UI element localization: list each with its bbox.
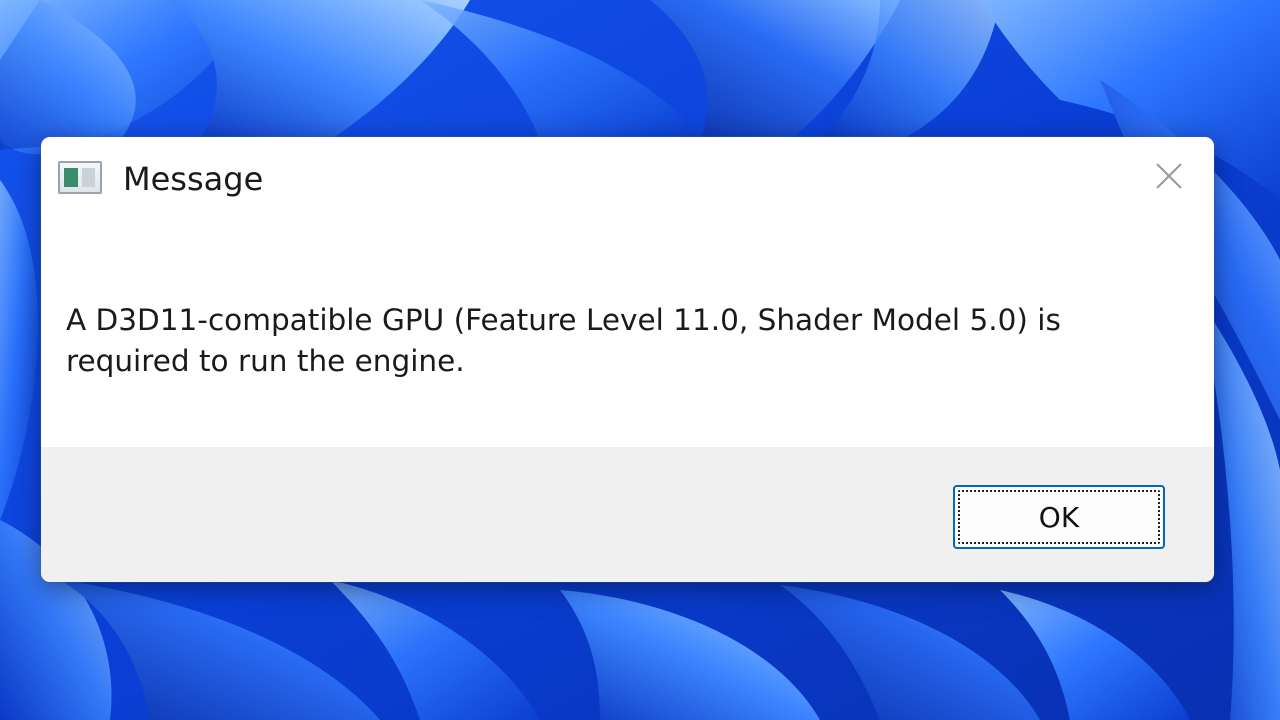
error-message-line-1: A D3D11-compatible GPU (Feature Level 11… [66,303,1061,337]
close-button[interactable] [1148,155,1190,197]
dialog-titlebar[interactable]: Message [41,137,1214,227]
application-window-icon [58,161,102,194]
ok-button-label: OK [958,490,1160,544]
ok-button[interactable]: OK [953,485,1165,549]
message-area: A D3D11-compatible GPU (Feature Level 11… [41,227,1214,447]
dialog-title: Message [123,160,264,198]
dialog-button-bar: OK [41,447,1214,582]
error-message: A D3D11-compatible GPU (Feature Level 11… [66,300,1176,382]
close-icon [1156,163,1182,189]
message-dialog: Message A D3D11-compatible GPU (Feature … [41,137,1214,582]
error-message-line-2: required to run the engine. [66,344,465,378]
